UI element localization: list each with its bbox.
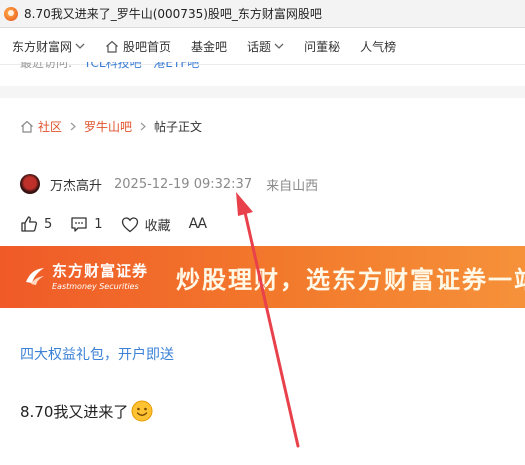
font-size-label: AA bbox=[188, 216, 208, 232]
breadcrumb-bar[interactable]: 罗牛山吧 bbox=[84, 118, 132, 135]
nav-eastmoney[interactable]: 东方财富网 bbox=[12, 38, 85, 55]
home-icon[interactable] bbox=[20, 120, 34, 133]
post-actions: 5 1 收藏 AA bbox=[20, 212, 224, 236]
nav-topics[interactable]: 话题 bbox=[247, 38, 284, 55]
nav-guba-home-label: 股吧首页 bbox=[123, 39, 172, 54]
recent-visits: 最近访问: TCL科技吧 港ETF吧 bbox=[0, 62, 525, 84]
recent-link[interactable]: 港ETF吧 bbox=[153, 62, 199, 70]
eastmoney-app-icon bbox=[4, 6, 18, 21]
window-title: 8.70我又进来了_罗牛山(000735)股吧_东方财富网股吧 bbox=[24, 7, 322, 21]
favorite-button[interactable]: 收藏 bbox=[121, 215, 171, 234]
recent-visits-label: 最近访问: bbox=[20, 62, 73, 70]
like-button[interactable]: 5 bbox=[20, 215, 52, 233]
post-time: 2025-12-19 09:32:37 bbox=[114, 176, 253, 192]
nav-popularity[interactable]: 人气榜 bbox=[360, 38, 396, 55]
window-titlebar: 8.70我又进来了_罗牛山(000735)股吧_东方财富网股吧 bbox=[0, 0, 525, 28]
nav-popularity-label: 人气榜 bbox=[360, 39, 397, 54]
eastmoney-logo-icon bbox=[26, 267, 44, 285]
breadcrumb-community[interactable]: 社区 bbox=[38, 118, 62, 135]
author-name[interactable]: 万杰高升 bbox=[50, 175, 102, 194]
ad-banner[interactable]: 东方财富证券 Eastmoney Securities 炒股理财，选东方财富证券… bbox=[0, 246, 525, 308]
recent-link[interactable]: TCL科技吧 bbox=[84, 62, 142, 70]
promo-link[interactable]: 四大权益礼包，开户即送 bbox=[20, 344, 174, 364]
post-author-row: 万杰高升 2025-12-19 09:32:37 来自山西 bbox=[20, 172, 318, 196]
breadcrumb: 社区 罗牛山吧 帖子正文 bbox=[20, 118, 202, 135]
font-size-button[interactable]: AA bbox=[188, 216, 208, 232]
banner-brand-cn: 东方财富证券 bbox=[52, 262, 149, 280]
comment-button[interactable]: 1 bbox=[70, 215, 103, 233]
comment-count: 1 bbox=[94, 216, 103, 232]
banner-slogan: 炒股理财，选东方财富证券一站 bbox=[176, 266, 525, 294]
nav-ask-secretary-label: 问董秘 bbox=[304, 39, 341, 54]
nav-ask-secretary[interactable]: 问董秘 bbox=[304, 38, 340, 55]
breadcrumb-current: 帖子正文 bbox=[154, 120, 203, 134]
top-nav: 东方财富网 股吧首页 基金吧 话题 问董秘 人气榜 bbox=[0, 28, 525, 65]
post-body: 8.70我又进来了 bbox=[20, 400, 153, 422]
heart-icon bbox=[121, 216, 138, 232]
home-icon bbox=[106, 40, 118, 53]
smiley-icon bbox=[131, 400, 153, 422]
chevron-right-icon bbox=[70, 122, 76, 131]
section-divider bbox=[0, 86, 525, 98]
post-location: 来自山西 bbox=[266, 178, 319, 194]
post-text: 8.70我又进来了 bbox=[20, 402, 129, 421]
avatar[interactable] bbox=[20, 174, 40, 194]
chevron-right-icon bbox=[140, 122, 146, 131]
nav-fund-bar[interactable]: 基金吧 bbox=[191, 38, 227, 55]
chevron-down-icon bbox=[274, 43, 284, 49]
nav-fund-bar-label: 基金吧 bbox=[191, 39, 228, 54]
nav-guba-home[interactable]: 股吧首页 bbox=[105, 38, 171, 55]
chevron-down-icon bbox=[75, 43, 85, 49]
nav-topics-label: 话题 bbox=[247, 39, 272, 54]
favorite-label: 收藏 bbox=[144, 218, 171, 234]
thumbs-up-icon bbox=[21, 216, 38, 232]
comment-icon bbox=[71, 217, 87, 232]
eastmoney-securities-logo: 东方财富证券 Eastmoney Securities bbox=[24, 260, 148, 291]
banner-brand-en: Eastmoney Securities bbox=[52, 282, 139, 291]
like-count: 5 bbox=[44, 216, 53, 232]
nav-eastmoney-label: 东方财富网 bbox=[12, 39, 73, 54]
